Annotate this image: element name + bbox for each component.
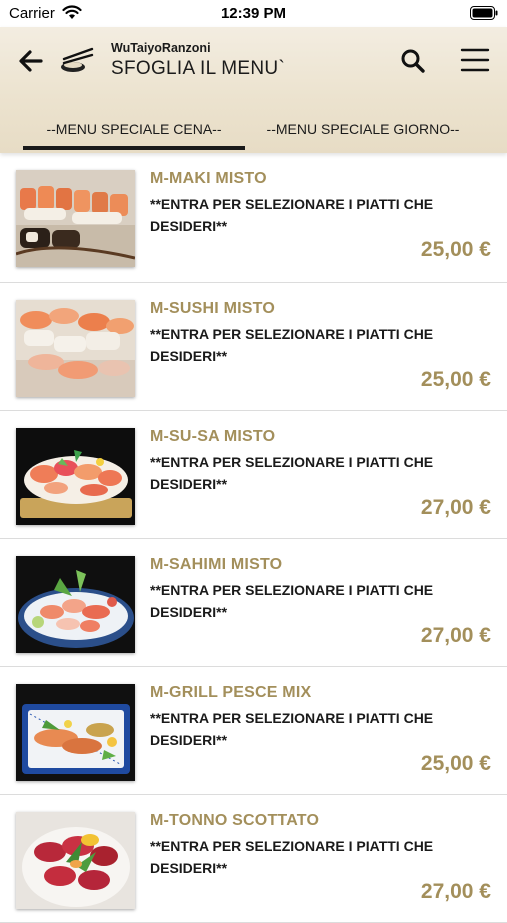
menu-item-row[interactable]: M-SU-SA MISTO **ENTRA PER SELEZIONARE I … [0,411,507,539]
item-price: 27,00 € [420,624,491,647]
page-title: SFOGLIA IL MENU` [111,58,286,79]
item-description: **ENTRA PER SELEZIONARE I PIATTI CHE DES… [150,196,434,234]
item-description: **ENTRA PER SELEZIONARE I PIATTI CHE DES… [150,710,434,748]
battery-icon [470,6,498,20]
logo-icon [61,47,94,72]
tab-selected-indicator [23,146,245,150]
menu-item-row[interactable]: M-TONNO SCOTTATO **ENTRA PER SELEZIONARE… [0,795,507,923]
item-photo [16,428,135,525]
hamburger-menu-icon[interactable] [459,45,491,75]
back-button[interactable] [17,47,45,75]
menu-item-row[interactable]: M-GRILL PESCE MIX **ENTRA PER SELEZIONAR… [0,667,507,795]
item-name: M-GRILL PESCE MIX [150,684,312,701]
item-description: **ENTRA PER SELEZIONARE I PIATTI CHE DES… [150,326,434,364]
item-price: 27,00 € [420,496,491,519]
tab-menu-speciale-giorno[interactable]: --MENU SPECIALE GIORNO-- [252,104,474,153]
item-price: 27,00 € [420,880,491,903]
app-header: WuTaiyoRanzoni SFOGLIA IL MENU` --MENU S… [0,27,507,153]
item-description: **ENTRA PER SELEZIONARE I PIATTI CHE DES… [150,582,434,620]
restaurant-name: WuTaiyoRanzoni [111,41,211,55]
item-price: 25,00 € [420,368,491,391]
menu-item-row[interactable]: M-SAHIMI MISTO **ENTRA PER SELEZIONARE I… [0,539,507,667]
status-bar: Carrier 12:39 PM [0,0,507,27]
back-arrow-icon [19,50,43,72]
item-name: M-SU-SA MISTO [150,428,276,445]
status-time: 12:39 PM [220,5,287,22]
item-photo [16,300,135,397]
menu-item-row[interactable]: M-SUSHI MISTO **ENTRA PER SELEZIONARE I … [0,283,507,411]
item-price: 25,00 € [420,752,491,775]
item-name: M-TONNO SCOTTATO [150,812,320,829]
item-photo [16,170,135,267]
item-name: M-MAKI MISTO [150,170,267,187]
search-icon[interactable] [399,47,427,75]
item-name: M-SAHIMI MISTO [150,556,283,573]
item-photo [16,556,135,653]
item-description: **ENTRA PER SELEZIONARE I PIATTI CHE DES… [150,838,434,876]
item-name: M-SUSHI MISTO [150,300,275,317]
menu-item-list: M-MAKI MISTO **ENTRA PER SELEZIONARE I P… [0,153,507,923]
item-photo [16,684,135,781]
item-description: **ENTRA PER SELEZIONARE I PIATTI CHE DES… [150,454,434,492]
item-price: 25,00 € [420,238,491,261]
menu-item-row[interactable]: M-MAKI MISTO **ENTRA PER SELEZIONARE I P… [0,153,507,283]
item-photo [16,812,135,909]
